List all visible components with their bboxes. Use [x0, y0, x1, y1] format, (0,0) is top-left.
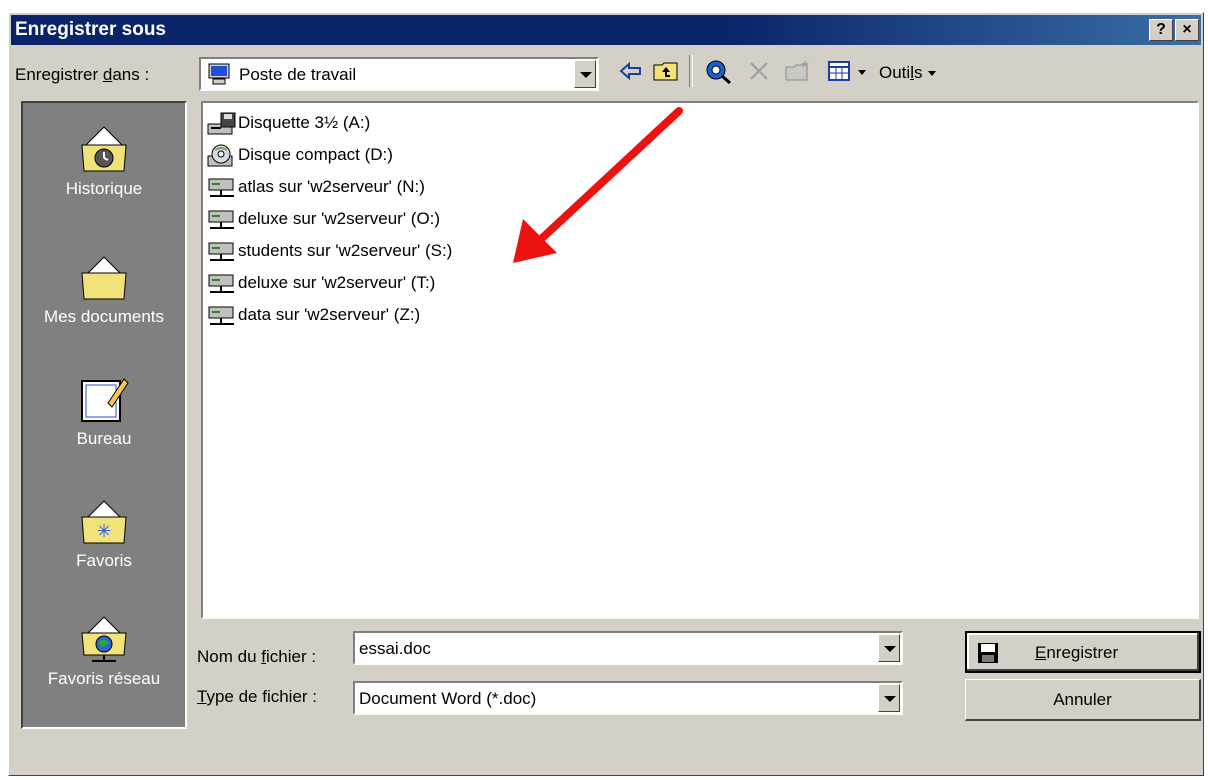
network-places-icon	[81, 616, 127, 662]
list-item[interactable]: deluxe sur 'w2serveur' (O:)	[207, 205, 440, 233]
back-arrow-icon[interactable]	[619, 59, 643, 83]
close-button[interactable]: ×	[1175, 19, 1199, 41]
floppy-drive-icon	[207, 112, 236, 135]
filename-label: Nom du fichier :	[197, 647, 317, 666]
tools-menu[interactable]: Outils	[879, 63, 937, 83]
cd-drive-icon	[207, 144, 233, 167]
dialog-title: Enregistrer sous	[15, 19, 166, 40]
file-name: data sur 'w2serveur' (Z:)	[238, 305, 421, 324]
help-button[interactable]: ?	[1149, 19, 1173, 41]
views-icon[interactable]	[827, 59, 853, 83]
search-web-icon[interactable]	[705, 59, 733, 85]
delete-icon[interactable]	[747, 59, 771, 83]
filetype-label: Type de fichier :	[197, 687, 318, 706]
file-name: Disque compact (D:)	[238, 145, 393, 164]
cancel-button[interactable]: Annuler	[965, 679, 1201, 721]
save-in-label: Enregistrer dans :	[15, 65, 150, 84]
list-item[interactable]: students sur 'w2serveur' (S:)	[207, 237, 452, 265]
save-in-combobox[interactable]: Poste de travail	[199, 57, 599, 91]
place-label: Favoris réseau	[47, 669, 161, 688]
file-name: atlas sur 'w2serveur' (N:)	[238, 177, 425, 196]
file-name: deluxe sur 'w2serveur' (T:)	[238, 273, 436, 292]
filetype-dropdown-button[interactable]	[878, 684, 900, 712]
my-computer-icon	[208, 63, 230, 85]
place-label: Favoris	[76, 551, 132, 570]
place-network[interactable]: Favoris réseau	[23, 613, 185, 689]
list-item[interactable]: Disquette 3½ (A:)	[207, 109, 370, 137]
svg-text:✳: ✳	[96, 521, 111, 542]
help-icon: ?	[1156, 21, 1166, 38]
history-folder-icon	[81, 126, 127, 172]
annotation-arrow	[513, 107, 683, 263]
place-desktop[interactable]: Bureau	[23, 373, 185, 449]
place-my-documents[interactable]: Mes documents	[23, 251, 185, 327]
network-drive-icon	[208, 242, 234, 261]
file-name: Disquette 3½ (A:)	[238, 113, 371, 132]
save-in-dropdown-button[interactable]	[574, 60, 596, 88]
filetype-combobox[interactable]: Document Word (*.doc)	[353, 681, 903, 715]
new-folder-icon[interactable]	[785, 59, 813, 83]
my-documents-folder-icon	[81, 256, 127, 300]
network-drive-icon	[208, 306, 234, 325]
save-in-value: Poste de travail	[239, 65, 357, 84]
place-label: Bureau	[76, 429, 132, 448]
save-as-dialog: Enregistrer sous ? × Enregistrer dans : …	[8, 12, 1204, 776]
list-item[interactable]: data sur 'w2serveur' (Z:)	[207, 301, 420, 329]
close-icon: ×	[1182, 21, 1192, 38]
file-name: deluxe sur 'w2serveur' (O:)	[238, 209, 441, 228]
place-label: Historique	[65, 179, 143, 198]
file-name: students sur 'w2serveur' (S:)	[238, 241, 453, 260]
list-item[interactable]: Disque compact (D:)	[207, 141, 393, 169]
up-one-level-icon[interactable]	[653, 59, 679, 83]
list-item[interactable]: atlas sur 'w2serveur' (N:)	[207, 173, 425, 201]
save-button-label: Enregistrer	[1035, 643, 1119, 662]
filetype-value: Document Word (*.doc)	[359, 689, 537, 708]
filename-dropdown-button[interactable]	[878, 634, 900, 662]
file-list[interactable]: Disquette 3½ (A:) Disque compact (D:) at…	[201, 101, 1199, 619]
list-item[interactable]: deluxe sur 'w2serveur' (T:)	[207, 269, 435, 297]
favorites-folder-icon: ✳	[81, 500, 127, 544]
desktop-icon	[81, 378, 129, 422]
title-bar: Enregistrer sous ? ×	[11, 15, 1201, 45]
place-favorites[interactable]: ✳ Favoris	[23, 495, 185, 571]
network-drive-icon	[208, 210, 234, 229]
cancel-button-label: Annuler	[1053, 690, 1112, 709]
floppy-save-icon	[978, 643, 998, 663]
filename-combobox[interactable]: essai.doc	[353, 631, 903, 665]
filename-input[interactable]: essai.doc	[359, 639, 431, 659]
toolbar-separator	[689, 55, 693, 87]
network-drive-icon	[208, 178, 234, 197]
chevron-down-icon	[928, 71, 937, 76]
place-label: Mes documents	[44, 307, 164, 326]
places-bar: Historique Mes documents Bureau ✳ Favori…	[21, 101, 187, 729]
place-history[interactable]: Historique	[23, 123, 185, 199]
network-drive-icon	[208, 274, 234, 293]
views-dropdown-icon[interactable]	[857, 69, 867, 77]
save-button[interactable]: Enregistrer	[965, 631, 1201, 673]
